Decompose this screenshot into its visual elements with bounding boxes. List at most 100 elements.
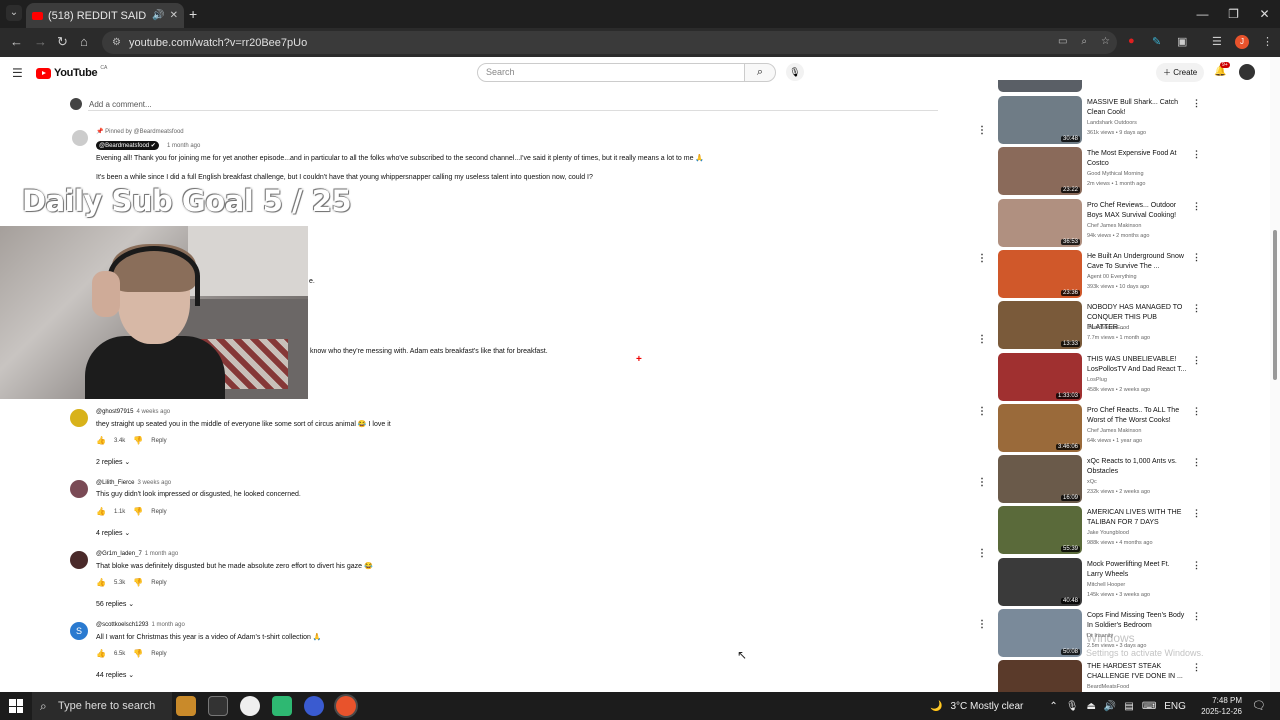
- related-video-item[interactable]: THE HARDEST STEAK CHALLENGE I'VE DONE IN…: [998, 660, 1208, 692]
- reading-list-icon[interactable]: ☰: [1212, 35, 1222, 48]
- video-thumbnail[interactable]: 1:33:03: [998, 352, 1082, 401]
- related-video-item[interactable]: 16:09 xQc Reacts to 1,000 Ants vs. Obstac…: [998, 455, 1208, 505]
- taskbar-clock[interactable]: 7:48 PM 2025-12-26: [1196, 695, 1242, 717]
- search-input[interactable]: Search: [477, 63, 745, 82]
- video-more-icon[interactable]: ⋮: [1192, 508, 1201, 519]
- video-more-icon[interactable]: ⋮: [1192, 303, 1201, 314]
- close-window-button[interactable]: ✕: [1249, 0, 1280, 28]
- add-comment-row[interactable]: Add a comment...: [70, 98, 938, 111]
- video-title[interactable]: AMERICAN LIVES WITH THE TALIBAN FOR 7 DA…: [1087, 508, 1187, 528]
- add-comment-input[interactable]: Add a comment...: [89, 100, 152, 109]
- comment-time[interactable]: 3 weeks ago: [137, 480, 171, 486]
- video-channel[interactable]: Mitchell Hooper: [1087, 582, 1125, 588]
- video-title[interactable]: He Built An Underground Snow Cave To Sur…: [1087, 252, 1187, 272]
- comment-author-handle[interactable]: @Gr1m_laden_7: [96, 551, 142, 557]
- comment-time[interactable]: 1 month ago: [151, 622, 184, 628]
- browser-profile-avatar[interactable]: J: [1235, 35, 1249, 49]
- replies-toggle[interactable]: 2 replies ⌄: [96, 458, 130, 466]
- comment-author-handle[interactable]: @ghost97915: [96, 409, 133, 415]
- dislike-icon[interactable]: 👎: [133, 578, 143, 587]
- related-video-item[interactable]: 36:53 Pro Chef Reviews... Outdoor Boys MA…: [998, 198, 1208, 249]
- dislike-icon[interactable]: 👎: [133, 649, 143, 658]
- comment-author-handle[interactable]: @scottkoelsch1293: [96, 622, 148, 628]
- reply-button[interactable]: Reply: [151, 509, 166, 515]
- comment-more-icon[interactable]: ⋮: [977, 334, 987, 345]
- comment-more-icon[interactable]: ⋮: [977, 406, 987, 417]
- create-button[interactable]: ＋ Create: [1156, 63, 1205, 82]
- video-thumbnail[interactable]: 50:08: [998, 609, 1082, 657]
- like-icon[interactable]: 👍: [96, 507, 106, 516]
- taskbar-widget-icon[interactable]: [176, 696, 196, 716]
- video-title[interactable]: THE HARDEST STEAK CHALLENGE I'VE DONE IN…: [1087, 662, 1187, 682]
- video-more-icon[interactable]: ⋮: [1192, 662, 1201, 673]
- video-channel[interactable]: BeardMeatsFood: [1087, 684, 1129, 690]
- mic-icon[interactable]: 🎙: [1066, 701, 1079, 712]
- video-title[interactable]: Pro Chef Reviews... Outdoor Boys MAX Sur…: [1087, 201, 1187, 221]
- task-view-icon[interactable]: [208, 696, 228, 716]
- reply-button[interactable]: Reply: [151, 580, 166, 586]
- avatar[interactable]: S: [70, 622, 88, 640]
- browser-tab[interactable]: (518) REDDIT SAID EVEN I C 🔊 ✕: [26, 3, 184, 28]
- windows-start-icon[interactable]: [9, 699, 23, 713]
- replies-toggle[interactable]: 44 replies ⌄: [96, 671, 134, 679]
- video-thumbnail[interactable]: 23:22: [998, 147, 1082, 196]
- comment-time[interactable]: 1 month ago: [145, 551, 178, 557]
- usb-icon[interactable]: ⏏: [1086, 701, 1095, 712]
- comment-more-icon[interactable]: ⋮: [977, 548, 987, 559]
- video-thumbnail[interactable]: 13:33: [998, 301, 1082, 350]
- dislike-icon[interactable]: 👎: [133, 507, 143, 516]
- video-more-icon[interactable]: ⋮: [1192, 355, 1201, 366]
- taskbar-search-input[interactable]: ⌕ Type here to search: [32, 692, 172, 720]
- zoom-icon[interactable]: ⌕: [1081, 36, 1087, 47]
- cast-icon[interactable]: ▭: [1058, 36, 1067, 47]
- video-more-icon[interactable]: ⋮: [1192, 611, 1201, 622]
- reply-button[interactable]: Reply: [151, 438, 166, 444]
- video-more-icon[interactable]: ⋮: [1192, 560, 1201, 571]
- video-title[interactable]: THIS WAS UNBELIEVABLE! LosPollosTV And D…: [1087, 355, 1187, 375]
- video-thumbnail[interactable]: 36:53: [998, 198, 1082, 247]
- browser-menu-icon[interactable]: ⋮: [1262, 35, 1273, 48]
- video-more-icon[interactable]: ⋮: [1192, 149, 1201, 160]
- new-tab-button[interactable]: +: [189, 6, 197, 22]
- video-thumbnail[interactable]: 55:39: [998, 506, 1082, 555]
- reload-icon[interactable]: ↻: [57, 34, 68, 50]
- related-video-item[interactable]: 1:33:03 THIS WAS UNBELIEVABLE! LosPollosT…: [998, 352, 1208, 403]
- notification-center-icon[interactable]: 🗨: [1252, 699, 1266, 712]
- replies-toggle[interactable]: 56 replies ⌄: [96, 600, 134, 608]
- video-title[interactable]: Cops Find Missing Teen's Body In Soldier…: [1087, 611, 1187, 631]
- video-channel[interactable]: Good Mythical Morning: [1087, 171, 1144, 177]
- video-thumbnail[interactable]: 30:48: [998, 96, 1082, 144]
- like-icon[interactable]: 👍: [96, 436, 106, 445]
- back-icon[interactable]: ←: [10, 34, 23, 49]
- user-avatar[interactable]: [1239, 64, 1255, 80]
- video-thumbnail[interactable]: 40:48: [998, 557, 1082, 606]
- comment-author-handle[interactable]: @Beardmeatsfood ✔: [96, 141, 159, 150]
- like-icon[interactable]: 👍: [96, 578, 106, 587]
- related-video-item[interactable]: 23:22 The Most Expensive Food At Costco Go…: [998, 147, 1208, 197]
- related-video-item[interactable]: 13:33 NOBODY HAS MANAGED TO CONQUER THIS …: [998, 301, 1208, 351]
- video-thumbnail[interactable]: 16:09: [998, 455, 1082, 504]
- comment-more-icon[interactable]: ⋮: [977, 477, 987, 488]
- video-channel[interactable]: Chef James Makinson: [1087, 223, 1141, 229]
- video-more-icon[interactable]: ⋮: [1192, 252, 1201, 263]
- close-tab-icon[interactable]: ✕: [170, 10, 178, 21]
- tray-chevron-icon[interactable]: ⌃: [1049, 701, 1057, 712]
- app-green-icon[interactable]: [272, 696, 292, 716]
- related-video-item[interactable]: 30:48 MASSIVE Bull Shark... Catch Clean C…: [998, 96, 1208, 146]
- keyboard-icon[interactable]: ⌨: [1142, 701, 1156, 712]
- video-title[interactable]: MASSIVE Bull Shark... Catch Clean Cook!: [1087, 98, 1187, 118]
- video-channel[interactable]: Jake Youngblood: [1087, 530, 1129, 536]
- weather-icon[interactable]: 🌙: [930, 701, 942, 712]
- video-thumbnail[interactable]: [998, 660, 1082, 692]
- tab-search-button[interactable]: ⌄: [6, 5, 22, 21]
- avatar[interactable]: [70, 409, 88, 427]
- video-title[interactable]: The Most Expensive Food At Costco: [1087, 149, 1187, 169]
- weather-text[interactable]: 3°C Mostly clear: [950, 701, 1023, 712]
- chrome-icon[interactable]: [336, 696, 356, 716]
- video-title[interactable]: Mock Powerlifting Meet Ft. Larry Wheels: [1087, 560, 1187, 580]
- video-channel[interactable]: Landshark Outdoors: [1087, 120, 1137, 126]
- page-scrollbar[interactable]: [1270, 60, 1280, 692]
- comment-more-icon[interactable]: ⋮: [977, 125, 987, 136]
- comment-time[interactable]: 1 month ago: [167, 143, 200, 149]
- video-more-icon[interactable]: ⋮: [1192, 98, 1201, 109]
